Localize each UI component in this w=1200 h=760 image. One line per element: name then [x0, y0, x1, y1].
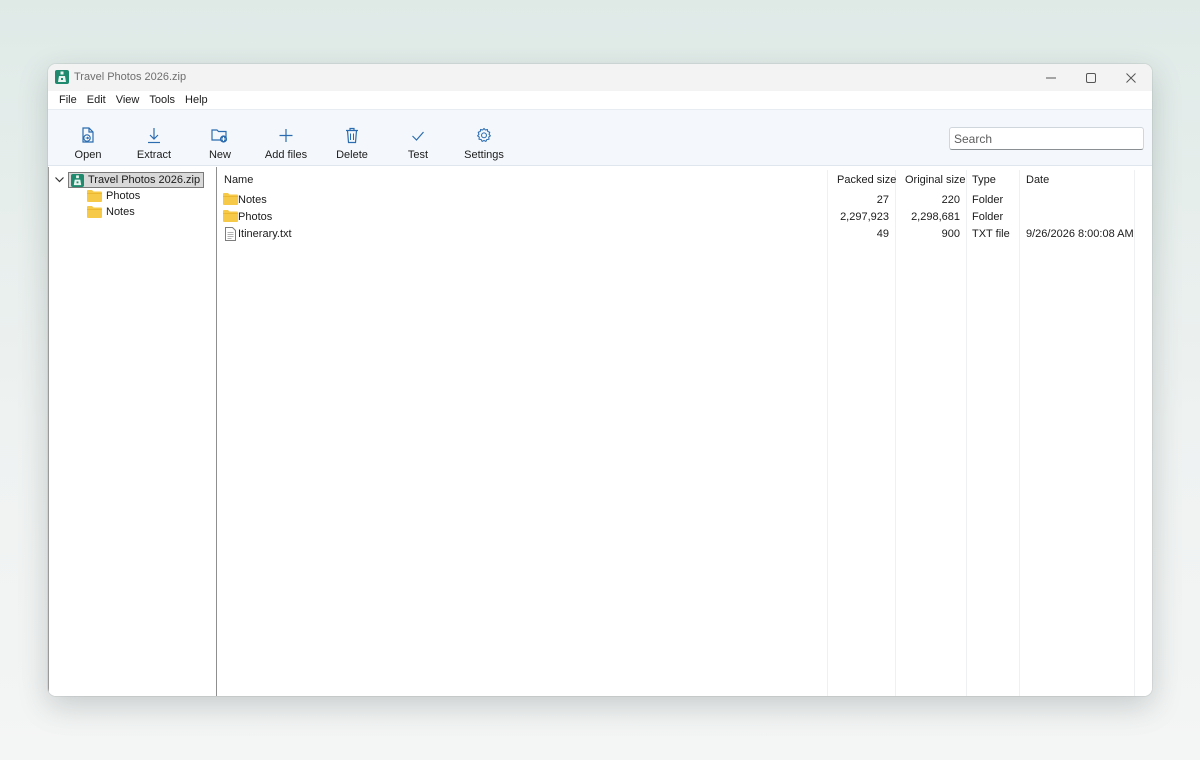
column-divider[interactable] [895, 170, 896, 696]
archive-icon [71, 173, 84, 187]
archive-app-icon [55, 70, 69, 84]
checkmark-icon [410, 126, 426, 144]
content-area: Travel Photos 2026.zip Photos Notes Name… [48, 167, 1152, 696]
cell-original-size: 220 [941, 194, 960, 206]
column-divider[interactable] [1019, 170, 1020, 696]
table-row[interactable]: Notes 27 220 Folder [218, 192, 1152, 209]
menu-view[interactable]: View [111, 94, 145, 106]
close-icon [1126, 72, 1136, 83]
minimize-icon [1046, 77, 1056, 78]
folder-icon [87, 190, 102, 202]
test-label: Test [407, 149, 429, 161]
download-icon [146, 126, 162, 144]
folder-icon [223, 193, 238, 207]
folder-tree: Travel Photos 2026.zip Photos Notes [48, 167, 217, 696]
open-icon [80, 126, 96, 144]
table-row[interactable]: Photos 2,297,923 2,298,681 Folder [218, 209, 1152, 226]
gear-icon [475, 126, 493, 144]
cell-packed-size: 27 [876, 194, 889, 206]
tree-root-selected[interactable]: Travel Photos 2026.zip [68, 172, 205, 188]
extract-label: Extract [136, 149, 172, 161]
toolbar: Open Extract New Add files Delete Test S… [48, 109, 1152, 166]
menu-file[interactable]: File [54, 94, 82, 106]
chevron-down-icon[interactable] [53, 177, 65, 183]
menu-bar: File Edit View Tools Help [48, 91, 1152, 109]
tree-item-photos[interactable]: Photos [87, 188, 140, 204]
tree-root-row[interactable]: Travel Photos 2026.zip [53, 172, 205, 188]
delete-button[interactable]: Delete [334, 110, 370, 167]
maximize-icon [1086, 72, 1096, 83]
column-divider[interactable] [966, 170, 967, 696]
extract-button[interactable]: Extract [134, 110, 174, 167]
cell-original-size: 2,298,681 [911, 211, 960, 223]
tree-root-label: Travel Photos 2026.zip [88, 174, 201, 186]
cell-type: Folder [972, 194, 1004, 206]
tree-item-label: Photos [106, 190, 141, 202]
column-divider[interactable] [827, 170, 828, 696]
tree-item-notes[interactable]: Notes [87, 204, 135, 220]
trash-icon [344, 126, 360, 144]
search-input[interactable] [949, 127, 1144, 150]
column-header-date[interactable]: Date [1026, 174, 1049, 186]
new-archive-icon [211, 126, 229, 144]
cell-packed-size: 2,297,923 [840, 211, 889, 223]
close-button[interactable] [1111, 64, 1151, 91]
app-window: Travel Photos 2026.zip File Edit View To… [48, 64, 1152, 696]
folder-icon [87, 206, 102, 218]
test-button[interactable]: Test [406, 110, 430, 167]
menu-tools[interactable]: Tools [144, 94, 180, 106]
column-header-packed-size[interactable]: Packed size [837, 174, 896, 186]
cell-name: Notes [238, 194, 267, 206]
column-header-type[interactable]: Type [972, 174, 996, 186]
add-files-button[interactable]: Add files [264, 110, 308, 167]
settings-label: Settings [464, 149, 504, 161]
menu-help[interactable]: Help [180, 94, 213, 106]
tree-item-label: Notes [106, 206, 135, 218]
plus-icon [278, 126, 294, 144]
cell-name: Itinerary.txt [238, 228, 292, 240]
menu-edit[interactable]: Edit [82, 94, 111, 106]
minimize-button[interactable] [1031, 64, 1071, 91]
title-bar: Travel Photos 2026.zip [48, 64, 1152, 91]
add-files-label: Add files [264, 149, 308, 161]
folder-icon [223, 210, 238, 224]
file-list: Name Packed size Original size Type Date… [218, 167, 1152, 696]
new-label: New [208, 149, 231, 161]
open-label: Open [74, 149, 102, 161]
window-title: Travel Photos 2026.zip [74, 71, 187, 83]
new-button[interactable]: New [205, 110, 235, 167]
settings-button[interactable]: Settings [464, 110, 504, 167]
column-header-original-size[interactable]: Original size [905, 174, 966, 186]
cell-packed-size: 49 [876, 228, 889, 240]
open-button[interactable]: Open [70, 110, 106, 167]
delete-label: Delete [336, 149, 368, 161]
column-divider[interactable] [1134, 170, 1135, 696]
cell-type: TXT file [972, 228, 1010, 240]
cell-type: Folder [972, 211, 1004, 223]
cell-original-size: 900 [941, 228, 960, 240]
cell-date: 9/26/2026 8:00:08 AM [1026, 228, 1134, 240]
table-row[interactable]: Itinerary.txt 49 900 TXT file 9/26/2026 … [218, 226, 1152, 243]
maximize-button[interactable] [1071, 64, 1111, 91]
column-header-name[interactable]: Name [224, 174, 253, 186]
cell-name: Photos [238, 211, 273, 223]
text-file-icon [225, 227, 239, 241]
